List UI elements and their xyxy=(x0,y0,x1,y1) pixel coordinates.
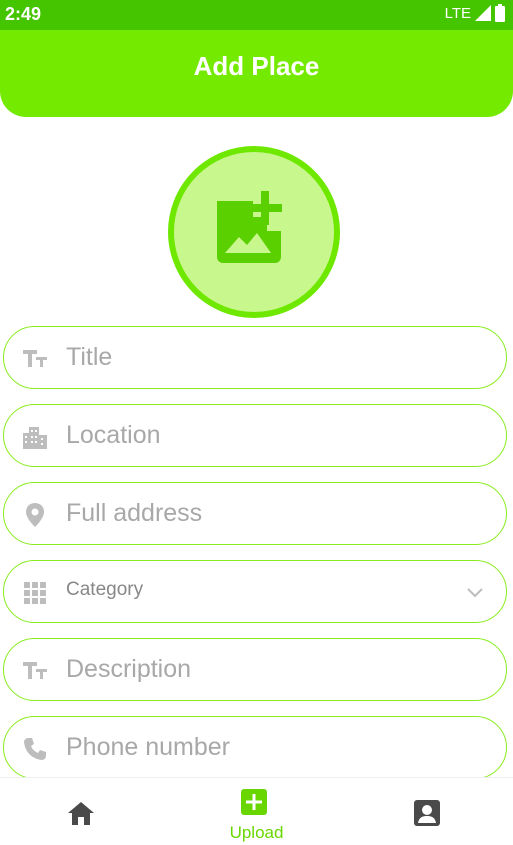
location-input[interactable] xyxy=(66,405,486,465)
chevron-down-icon xyxy=(467,588,483,598)
phone-field[interactable] xyxy=(3,716,507,779)
nav-profile[interactable] xyxy=(342,778,513,845)
phone-icon xyxy=(24,738,46,760)
category-select[interactable]: Category xyxy=(3,560,507,623)
status-indicators: LTE xyxy=(445,4,505,22)
network-type: LTE xyxy=(444,4,471,22)
status-time: 2:49 xyxy=(5,4,42,24)
city-icon xyxy=(23,427,47,449)
app-bar: Add Place xyxy=(0,30,513,117)
address-input[interactable] xyxy=(66,483,486,543)
address-field[interactable] xyxy=(3,482,507,545)
text-icon xyxy=(23,662,47,679)
page-title: Add Place xyxy=(193,51,320,81)
description-input[interactable] xyxy=(66,639,486,699)
home-icon xyxy=(68,802,94,825)
text-icon xyxy=(23,350,47,367)
nav-upload-label: Upload xyxy=(229,823,284,842)
title-field[interactable] xyxy=(3,326,507,389)
battery-icon xyxy=(495,4,505,22)
signal-icon xyxy=(475,5,491,21)
phone-input[interactable] xyxy=(66,717,486,777)
pin-icon xyxy=(26,503,44,527)
title-input[interactable] xyxy=(66,327,486,387)
location-field[interactable] xyxy=(3,404,507,467)
nav-upload[interactable]: Upload xyxy=(171,778,342,845)
nav-home[interactable] xyxy=(0,778,171,845)
add-box-icon xyxy=(241,789,267,815)
category-value: Category xyxy=(66,579,144,600)
bottom-nav: Upload xyxy=(0,777,513,845)
add-photo-button[interactable] xyxy=(168,146,340,318)
grid-icon xyxy=(24,582,46,604)
account-box-icon xyxy=(414,800,440,826)
status-bar: 2:49 LTE xyxy=(0,0,513,30)
add-photo-icon xyxy=(217,191,282,263)
description-field[interactable] xyxy=(3,638,507,701)
